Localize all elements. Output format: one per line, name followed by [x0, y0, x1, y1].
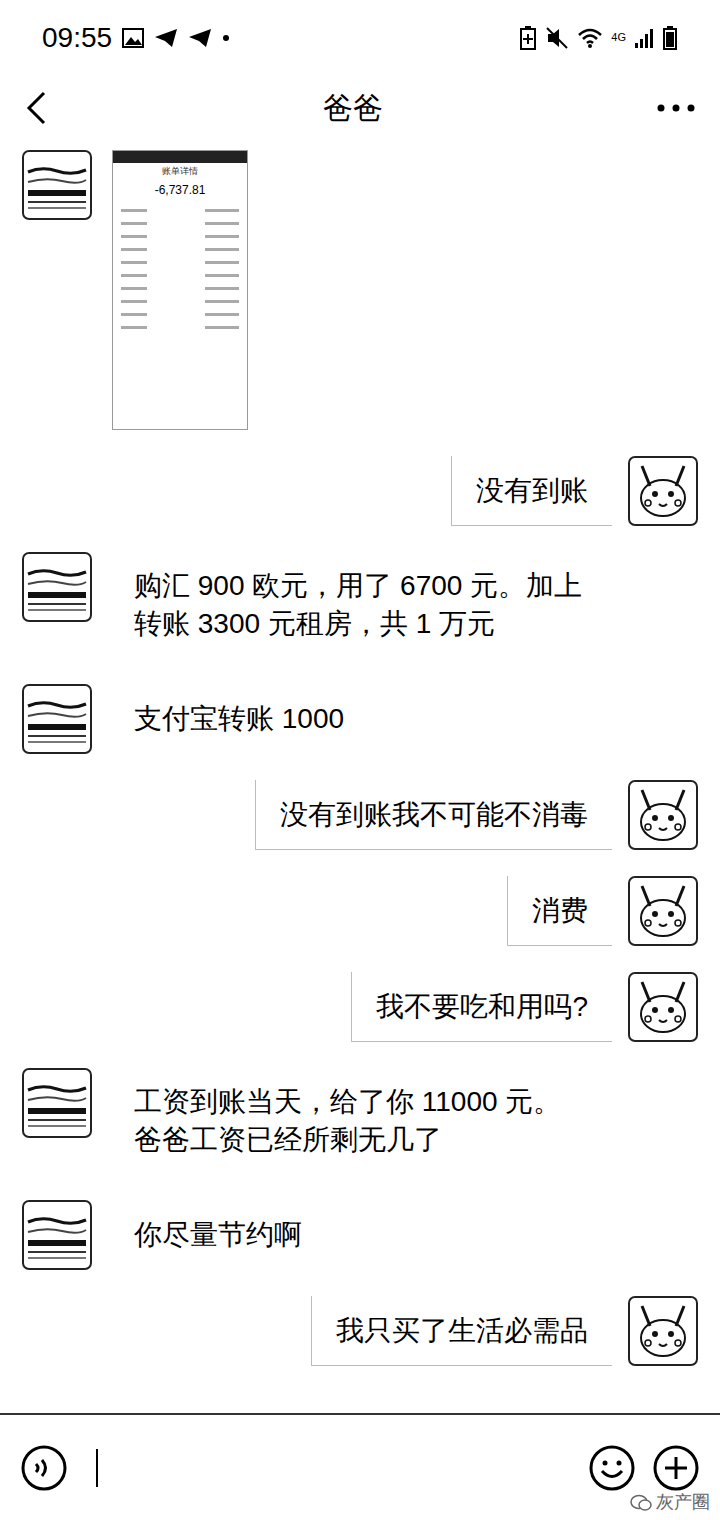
- battery-saver-icon: [519, 25, 537, 51]
- message-text: 工资到账当天，给了你 11000 元。: [134, 1083, 561, 1121]
- text-cursor: [96, 1449, 98, 1487]
- telegram-icon: [154, 28, 178, 48]
- message-row: 我不要吃和用吗?: [22, 972, 698, 1042]
- message-list: 账单详情 -6,737.81 没有到账购汇 900 欧元，用了 6700 元。加上转…: [0, 140, 720, 1413]
- message-bubble[interactable]: 消费: [507, 876, 612, 946]
- emoji-icon[interactable]: [588, 1444, 636, 1492]
- screenshot-row: [121, 274, 239, 277]
- pikachu-avatar-icon[interactable]: [628, 780, 698, 850]
- telegram-icon: [188, 28, 212, 48]
- plus-icon[interactable]: [652, 1444, 700, 1492]
- pikachu-avatar-icon[interactable]: [628, 972, 698, 1042]
- message-row: 没有到账: [22, 456, 698, 526]
- screenshot-row: [121, 209, 239, 212]
- father-avatar-icon[interactable]: [22, 552, 92, 622]
- screenshot-row: [121, 235, 239, 238]
- message-text: 爸爸工资已经所剩无几了: [134, 1121, 561, 1159]
- message-bubble[interactable]: 购汇 900 欧元，用了 6700 元。加上转账 3300 元租房，共 1 万元: [110, 552, 606, 658]
- message-row: 你尽量节约啊: [22, 1200, 698, 1270]
- message-row: 工资到账当天，给了你 11000 元。爸爸工资已经所剩无几了: [22, 1068, 698, 1174]
- message-row: 我只买了生活必需品: [22, 1296, 698, 1366]
- father-avatar-icon[interactable]: [22, 1200, 92, 1270]
- message-row: 购汇 900 欧元，用了 6700 元。加上转账 3300 元租房，共 1 万元: [22, 552, 698, 658]
- bill-screenshot[interactable]: 账单详情 -6,737.81: [112, 150, 248, 430]
- pikachu-avatar-icon[interactable]: [628, 456, 698, 526]
- chat-screen: 09:55 4G 爸爸账单详情 -6,737.81 没有到账购汇 900 欧元，用了 6…: [0, 0, 720, 1520]
- screenshot-rows: [113, 209, 247, 329]
- screenshot-row: [121, 261, 239, 264]
- battery-icon: [662, 25, 678, 51]
- back-icon[interactable]: [24, 91, 50, 125]
- input-bar: [0, 1413, 720, 1520]
- watermark: 灰产圈: [630, 1489, 710, 1516]
- voice-icon[interactable]: [20, 1444, 68, 1492]
- dot-icon: [222, 34, 230, 42]
- signal-icon: [634, 27, 654, 49]
- message-text: 转账 3300 元租房，共 1 万元: [134, 605, 582, 643]
- wechat-logo-icon: [630, 1494, 652, 1512]
- message-text: 没有到账我不可能不消毒: [280, 796, 588, 834]
- pikachu-avatar-icon[interactable]: [628, 1296, 698, 1366]
- message-bubble[interactable]: 我不要吃和用吗?: [351, 972, 612, 1042]
- screenshot-title: 账单详情: [113, 165, 247, 177]
- message-text: 我只买了生活必需品: [336, 1312, 588, 1350]
- pikachu-avatar-icon[interactable]: [628, 876, 698, 946]
- chat-header: 爸爸: [0, 75, 720, 140]
- screenshot-row: [121, 248, 239, 251]
- status-time: 09:55: [42, 17, 112, 59]
- message-row: 没有到账我不可能不消毒: [22, 780, 698, 850]
- message-text: 支付宝转账 1000: [134, 700, 344, 738]
- message-row: 账单详情 -6,737.81: [22, 150, 698, 430]
- screenshot-amount: -6,737.81: [113, 183, 247, 197]
- message-row: 支付宝转账 1000: [22, 684, 698, 754]
- message-bubble[interactable]: 我只买了生活必需品: [311, 1296, 612, 1366]
- message-text: 我不要吃和用吗?: [376, 988, 588, 1026]
- gallery-icon: [122, 28, 144, 48]
- more-icon[interactable]: [656, 103, 696, 113]
- message-bubble[interactable]: 没有到账我不可能不消毒: [255, 780, 612, 850]
- message-text: 你尽量节约啊: [134, 1216, 302, 1254]
- status-bar: 09:55 4G: [0, 0, 720, 75]
- message-bubble[interactable]: 没有到账: [451, 456, 612, 526]
- screenshot-row: [121, 313, 239, 316]
- father-avatar-icon[interactable]: [22, 1068, 92, 1138]
- message-bubble[interactable]: 工资到账当天，给了你 11000 元。爸爸工资已经所剩无几了: [110, 1068, 585, 1174]
- message-bubble[interactable]: 你尽量节约啊: [110, 1200, 326, 1270]
- wifi-icon: [577, 27, 603, 49]
- father-avatar-icon[interactable]: [22, 150, 92, 220]
- screenshot-row: [121, 222, 239, 225]
- screenshot-top-bar: [113, 151, 247, 163]
- screenshot-row: [121, 326, 239, 329]
- message-text: 消费: [532, 892, 588, 930]
- message-input[interactable]: [84, 1446, 572, 1490]
- screenshot-row: [121, 287, 239, 290]
- message-text: 没有到账: [476, 472, 588, 510]
- message-bubble[interactable]: 支付宝转账 1000: [110, 684, 368, 754]
- chat-title: 爸爸: [323, 85, 383, 130]
- message-text: 购汇 900 欧元，用了 6700 元。加上: [134, 567, 582, 605]
- father-avatar-icon[interactable]: [22, 684, 92, 754]
- message-row: 消费: [22, 876, 698, 946]
- mute-icon: [545, 26, 569, 50]
- network-type: 4G: [611, 32, 626, 43]
- screenshot-row: [121, 300, 239, 303]
